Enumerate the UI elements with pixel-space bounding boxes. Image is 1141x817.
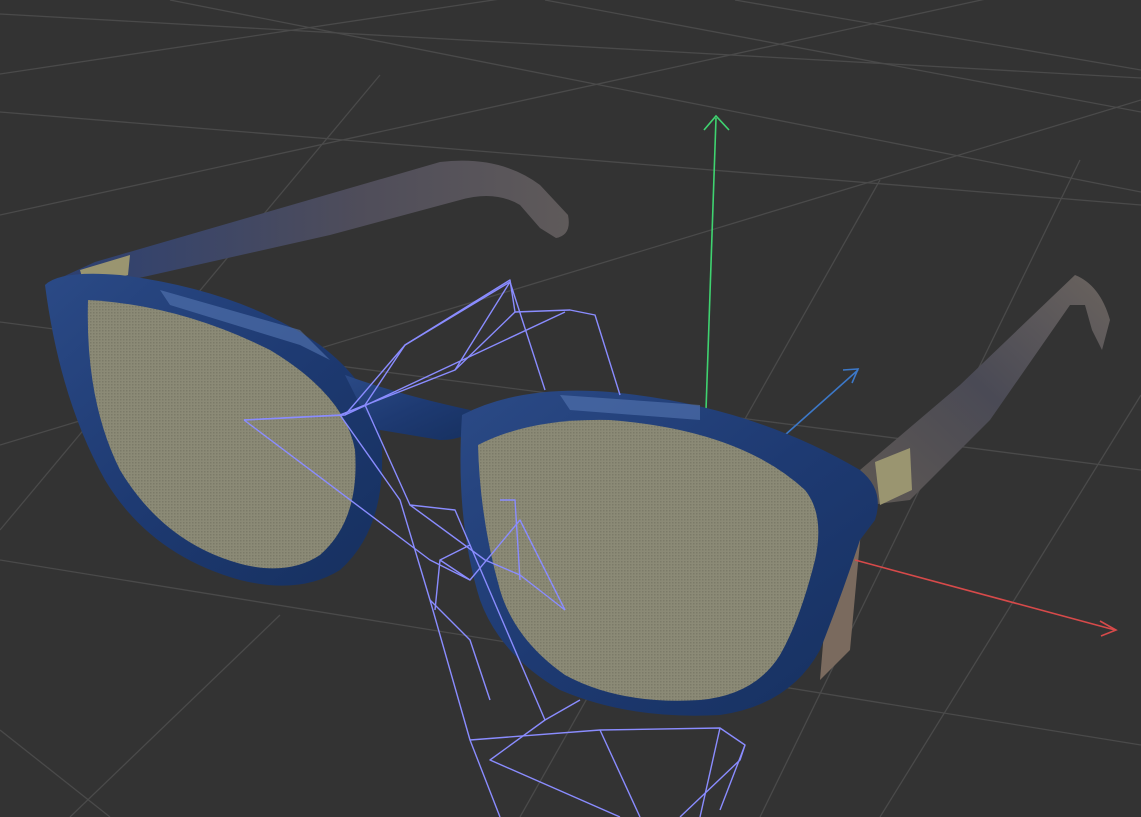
3d-viewport[interactable] xyxy=(0,0,1141,817)
viewport-canvas[interactable] xyxy=(0,0,1141,817)
x-axis[interactable] xyxy=(854,559,1116,631)
right-frame[interactable] xyxy=(460,390,878,716)
left-frame[interactable] xyxy=(45,273,383,586)
z-axis[interactable] xyxy=(784,369,859,436)
left-lens xyxy=(87,300,356,569)
y-axis[interactable] xyxy=(705,117,717,411)
